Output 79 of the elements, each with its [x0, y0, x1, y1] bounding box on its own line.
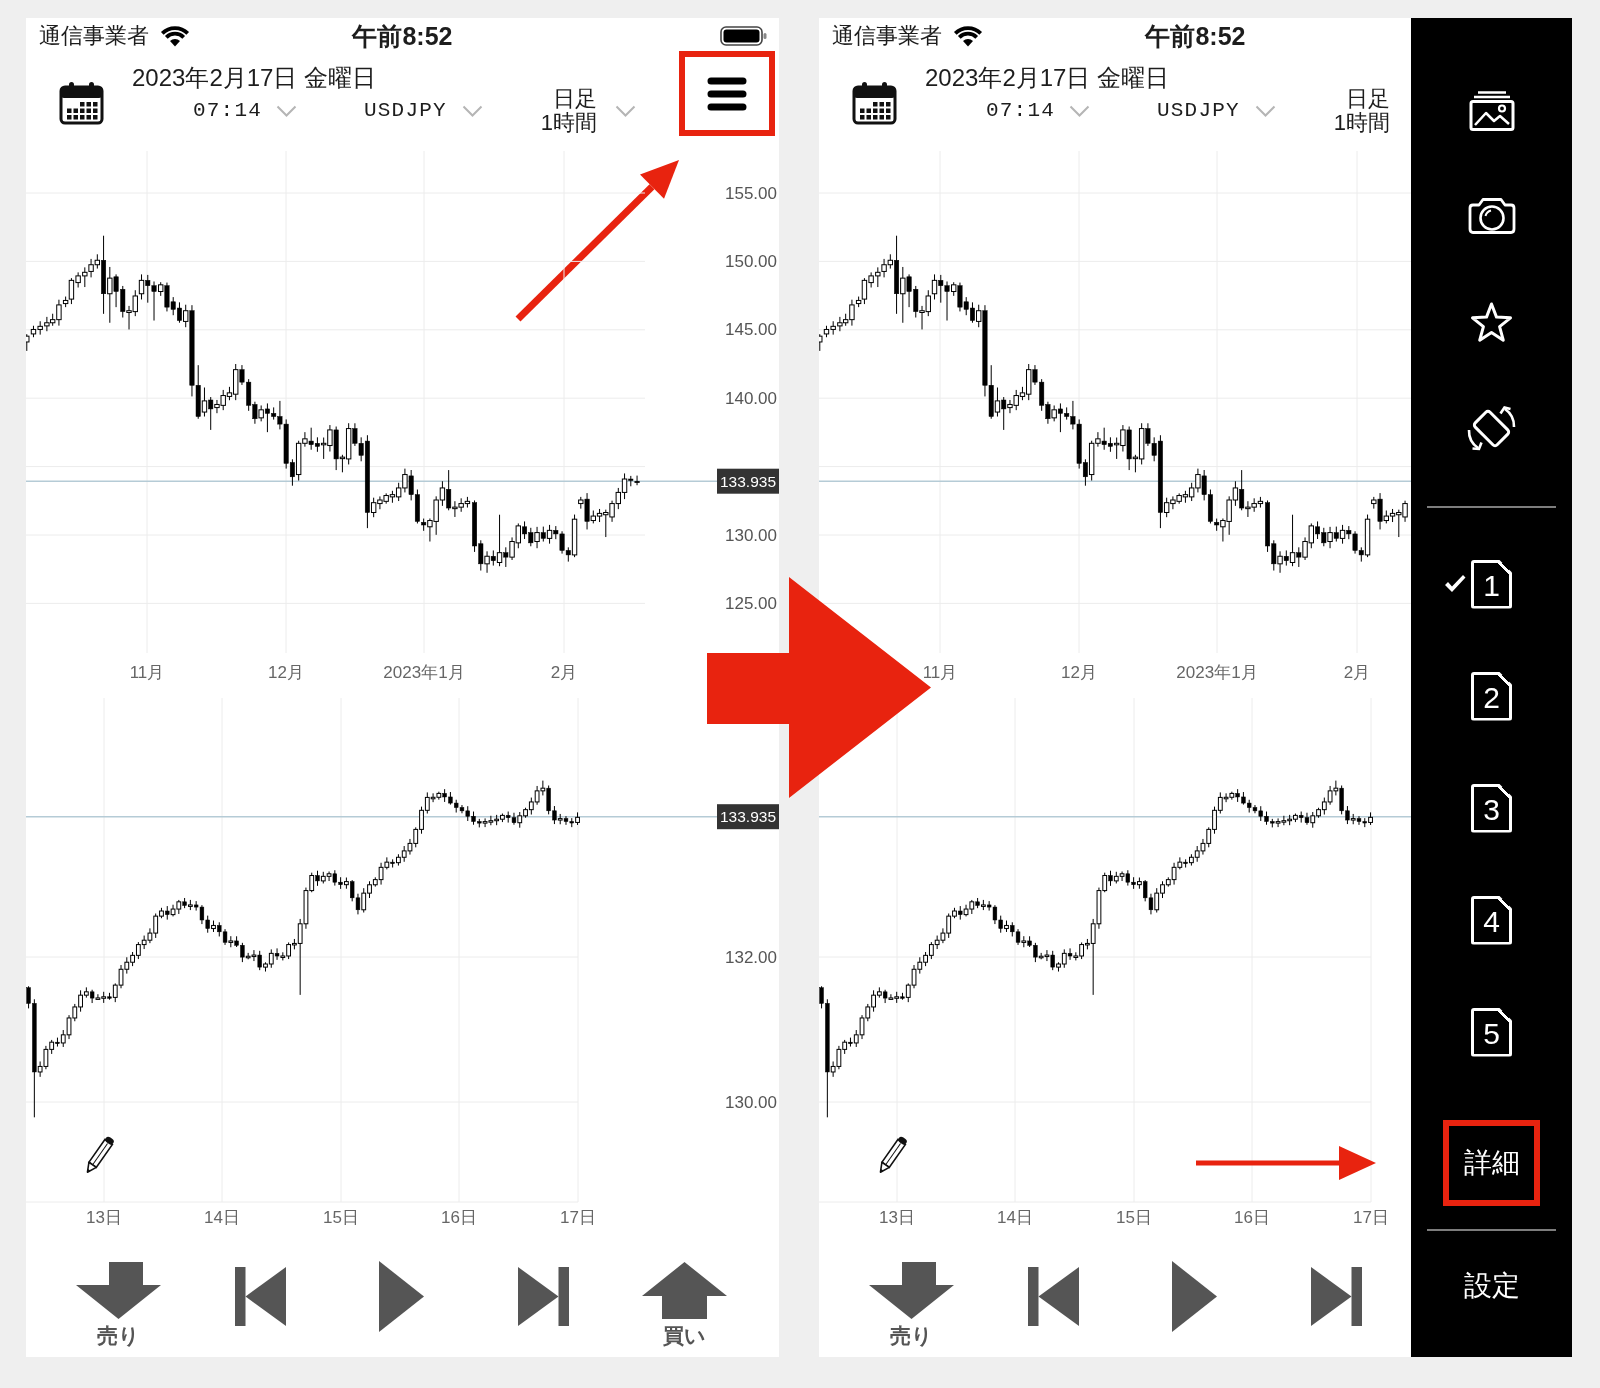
image-stack-icon[interactable] — [1468, 89, 1515, 131]
play-button[interactable] — [379, 1261, 425, 1332]
chevron-icon — [276, 105, 297, 117]
axis-label: 17日 — [560, 1207, 596, 1227]
skip-back-button[interactable] — [1027, 1267, 1079, 1326]
layout-option[interactable]: 4 — [1471, 895, 1512, 945]
buy-button[interactable]: 買い — [642, 1262, 728, 1348]
layout-option[interactable]: 5 — [1471, 1007, 1512, 1057]
play-icon — [1172, 1261, 1218, 1332]
layout-option[interactable]: 1 — [1471, 559, 1512, 609]
timeframe-dropdown[interactable]: 日足 1時間 — [540, 87, 637, 135]
skip-back-icon — [234, 1267, 286, 1326]
wifi-icon — [160, 25, 190, 47]
axis-label: 16日 — [1234, 1207, 1270, 1227]
axis-label: 145.00 — [725, 320, 777, 340]
date-label: 2023年2月17日 金曜日 — [925, 64, 1171, 92]
axis-label: 15日 — [1116, 1207, 1152, 1227]
axis-label: 12月 — [268, 662, 304, 682]
carrier-name: 通信事業者 — [832, 22, 942, 50]
down-arrow-icon — [869, 1262, 955, 1319]
axis-label: 12月 — [1061, 662, 1097, 682]
down-arrow-icon — [76, 1262, 162, 1319]
menu-item[interactable]: 設定 — [1449, 1249, 1534, 1323]
axis-label: 130.00 — [725, 1092, 777, 1112]
wifi-icon — [953, 25, 983, 47]
menu-icon — [707, 76, 747, 111]
time-dropdown[interactable]: 07:14 — [193, 97, 297, 125]
up-arrow-icon — [642, 1262, 728, 1319]
axis-label: 15日 — [323, 1207, 359, 1227]
battery-icon — [720, 26, 768, 46]
axis-label: 140.00 — [725, 388, 777, 408]
chevron-icon — [1254, 105, 1276, 117]
skip-back-icon — [1027, 1267, 1079, 1326]
axis-label: 155.00 — [725, 183, 777, 203]
time-dropdown[interactable]: 07:14 — [986, 97, 1090, 125]
timeframe-dropdown[interactable]: 日足 1時間 — [1333, 87, 1391, 135]
axis-label: 17日 — [1353, 1207, 1389, 1227]
status-time: 午前8:52 — [1145, 22, 1246, 52]
axis-label: 13日 — [879, 1207, 915, 1227]
chevron-icon — [615, 105, 637, 117]
axis-label: 2月 — [1343, 662, 1371, 682]
calendar-icon[interactable] — [852, 81, 897, 125]
axis-label: 14日 — [204, 1207, 240, 1227]
layout-option[interactable]: 3 — [1471, 783, 1512, 833]
layout-option[interactable]: 2 — [1471, 671, 1512, 721]
camera-icon[interactable] — [1466, 197, 1517, 235]
play-icon — [379, 1261, 425, 1332]
price-tag: 133.935 — [717, 804, 779, 830]
status-time: 午前8:52 — [352, 22, 453, 52]
play-button[interactable] — [1172, 1261, 1218, 1332]
price-tag: 133.935 — [717, 468, 779, 494]
skip-forward-icon — [517, 1267, 569, 1326]
date-label: 2023年2月17日 金曜日 — [132, 64, 378, 92]
calendar-icon[interactable] — [59, 81, 104, 125]
axis-label: 13日 — [86, 1207, 122, 1227]
axis-label: 11月 — [922, 662, 958, 682]
sell-button[interactable]: 売り — [76, 1262, 162, 1348]
axis-label: 2023年1月 — [1176, 662, 1258, 682]
sell-button[interactable]: 売り — [869, 1262, 955, 1348]
axis-label: 132.00 — [725, 947, 777, 967]
axis-label: 2023年1月 — [383, 662, 465, 682]
axis-label: 11月 — [129, 662, 165, 682]
axis-label: 14日 — [997, 1207, 1033, 1227]
axis-label: 16日 — [441, 1207, 477, 1227]
symbol-dropdown[interactable]: USDJPY — [1157, 97, 1276, 125]
menu-item[interactable]: 詳細 — [1449, 1126, 1534, 1200]
carrier-name: 通信事業者 — [39, 22, 149, 50]
axis-label: 125.00 — [725, 593, 777, 613]
axis-label: 150.00 — [725, 251, 777, 271]
star-icon[interactable] — [1469, 300, 1514, 344]
skip-forward-button[interactable] — [517, 1267, 569, 1326]
chevron-icon — [461, 105, 483, 117]
skip-back-button[interactable] — [234, 1267, 286, 1326]
symbol-dropdown[interactable]: USDJPY — [364, 97, 483, 125]
skip-forward-icon — [1310, 1267, 1362, 1326]
skip-forward-button[interactable] — [1310, 1267, 1362, 1326]
chevron-icon — [1069, 105, 1090, 117]
axis-label: 2月 — [550, 662, 578, 682]
axis-label: 130.00 — [725, 525, 777, 545]
